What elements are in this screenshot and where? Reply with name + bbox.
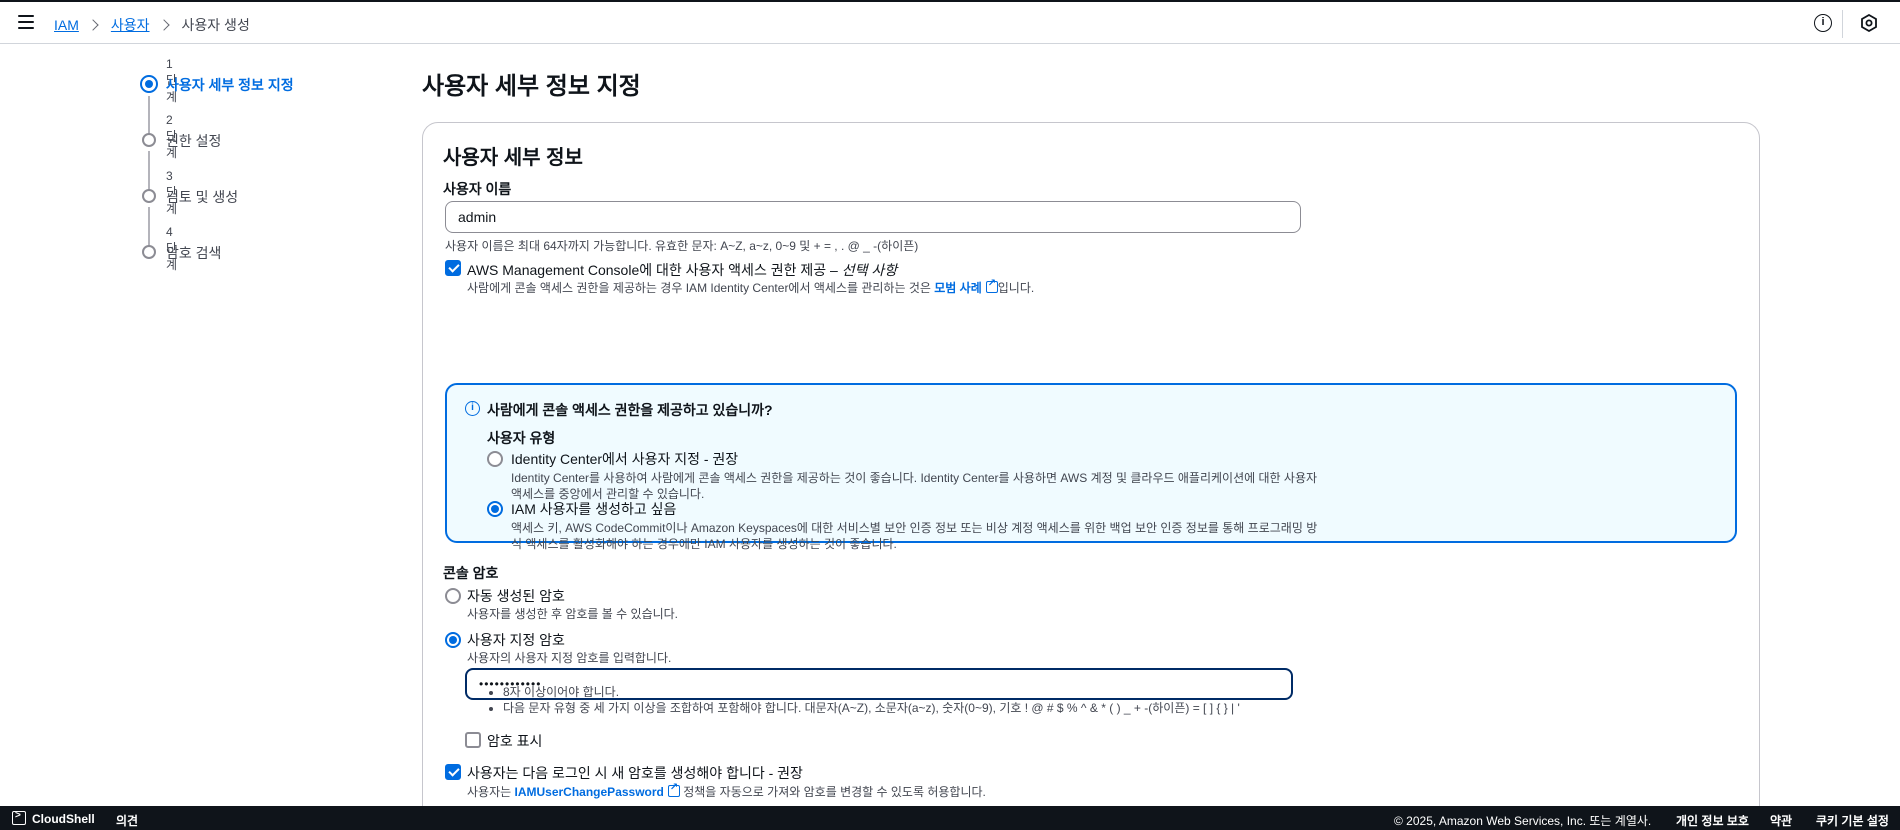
autogen-password-radio[interactable]	[445, 588, 461, 604]
identity-center-radio[interactable]	[487, 451, 503, 467]
hint-text: 입니다.	[997, 281, 1035, 295]
external-link-icon	[985, 278, 998, 293]
console-access-info-box: i 사람에게 콘솔 액세스 권한을 제공하고 있습니까? 사용자 유형 Iden…	[445, 383, 1737, 551]
console-access-hint: 사람에게 콘솔 액세스 권한을 제공하는 경우 IAM Identity Cen…	[467, 278, 1035, 296]
custom-password-desc: 사용자의 사용자 지정 암호를 입력합니다.	[467, 651, 672, 665]
user-details-panel: 사용자 세부 정보 사용자 이름 사용자 이름은 최대 64자까지 가능합니다.…	[422, 122, 1760, 830]
hint-text: 사람에게 콘솔 액세스 권한을 제공하는 경우 IAM Identity Cen…	[467, 281, 935, 295]
iam-user-desc: 액세스 키, AWS CodeCommit이나 Amazon Keyspaces…	[511, 521, 1318, 535]
iam-user-radio[interactable]	[487, 501, 503, 517]
custom-password-label: 사용자 지정 암호	[467, 632, 565, 648]
iam-user-label: IAM 사용자를 생성하고 싶음	[511, 501, 677, 517]
privacy-link[interactable]: 개인 정보 보호	[1676, 812, 1749, 829]
info-box-title: 사람에게 콘솔 액세스 권한을 제공하고 있습니까?	[487, 402, 773, 418]
step-indicator	[142, 245, 156, 259]
console-access-text: AWS Management Console에 대한 사용자 액세스 권한 제공…	[467, 262, 842, 278]
step-label: 검토 및 생성	[166, 189, 239, 205]
external-link-icon	[667, 782, 680, 797]
identity-center-label: Identity Center에서 사용자 지정 - 권장	[511, 451, 739, 467]
best-practice-link[interactable]: 모범 사례	[934, 281, 982, 295]
step-label: 권한 설정	[166, 133, 222, 149]
iam-user-change-password-link[interactable]: IAMUserChangePassword	[515, 785, 664, 799]
cloudshell-icon[interactable]	[12, 810, 26, 825]
autogen-password-label: 자동 생성된 암호	[467, 588, 565, 604]
breadcrumb-users[interactable]: 사용자	[111, 15, 150, 35]
password-rules: 8자 이상이어야 합니다. 다음 문자 유형 중 세 가지 이상을 조합하여 포…	[485, 684, 1240, 716]
identity-center-desc: Identity Center를 사용하여 사람에게 콘솔 액세스 권한을 제공…	[511, 471, 1318, 485]
show-password-label: 암호 표시	[487, 733, 543, 749]
console-access-checkbox[interactable]	[445, 260, 461, 276]
cookie-preferences-link[interactable]: 쿠키 기본 설정	[1816, 812, 1889, 829]
feedback-button[interactable]: 의견	[116, 812, 138, 829]
hint-text: 사용자는	[467, 785, 515, 799]
divider	[1842, 10, 1843, 38]
must-change-password-label: 사용자는 다음 로그인 시 새 암호를 생성해야 합니다 - 권장	[467, 765, 803, 781]
console-footer: CloudShell 의견 © 2025, Amazon Web Service…	[0, 806, 1900, 830]
username-label: 사용자 이름	[443, 181, 512, 197]
breadcrumb-iam[interactable]: IAM	[54, 17, 79, 33]
hint-text: 정책을 자동으로 가져와 암호를 변경할 수 있도록 허용합니다.	[679, 785, 986, 799]
copyright: © 2025, Amazon Web Services, Inc. 또는 계열사…	[1394, 814, 1652, 828]
custom-password-radio[interactable]	[445, 632, 461, 648]
cloudshell-button[interactable]: CloudShell	[32, 812, 95, 826]
settings-icon[interactable]	[1860, 14, 1878, 32]
page-title: 사용자 세부 정보 지정	[422, 73, 641, 100]
autogen-password-desc: 사용자를 생성한 후 암호를 볼 수 있습니다.	[467, 607, 679, 621]
panel-title: 사용자 세부 정보	[443, 147, 583, 169]
password-rule: 다음 문자 유형 중 세 가지 이상을 조합하여 포함해야 합니다. 대문자(A…	[503, 700, 1240, 716]
info-icon: i	[465, 401, 480, 416]
must-change-password-checkbox[interactable]	[445, 764, 461, 780]
step-label[interactable]: 사용자 세부 정보 지정	[166, 75, 294, 95]
info-icon[interactable]: i	[1814, 14, 1832, 32]
top-navigation: IAM 사용자 사용자 생성 i	[0, 0, 1900, 44]
step-indicator	[140, 75, 158, 93]
terms-link[interactable]: 약관	[1770, 812, 1792, 829]
chevron-right-icon	[87, 19, 99, 31]
step-indicator	[142, 133, 156, 147]
optional-tag: 선택 사항	[841, 262, 898, 278]
step-label: 암호 검색	[166, 245, 222, 261]
iam-user-desc: 식 액세스를 활성화해야 하는 경우에만 IAM 사용자를 생성하는 것이 좋습…	[511, 537, 897, 551]
menu-icon[interactable]	[18, 15, 34, 29]
console-password-label: 콘솔 암호	[443, 565, 499, 581]
username-hint: 사용자 이름은 최대 64자까지 가능합니다. 유효한 문자: A~Z, a~z…	[445, 239, 919, 253]
password-rule: 8자 이상이어야 합니다.	[503, 684, 1240, 700]
must-change-password-hint: 사용자는 IAMUserChangePassword 정책을 자동으로 가져와 …	[467, 782, 986, 800]
show-password-checkbox[interactable]	[465, 732, 481, 748]
breadcrumb-current: 사용자 생성	[181, 17, 250, 33]
step-indicator	[142, 189, 156, 203]
chevron-right-icon	[157, 19, 170, 31]
username-input[interactable]	[445, 201, 1301, 233]
user-type-label: 사용자 유형	[487, 430, 556, 446]
breadcrumb: IAM 사용자 사용자 생성	[54, 15, 250, 35]
console-access-label: AWS Management Console에 대한 사용자 액세스 권한 제공…	[467, 260, 897, 280]
